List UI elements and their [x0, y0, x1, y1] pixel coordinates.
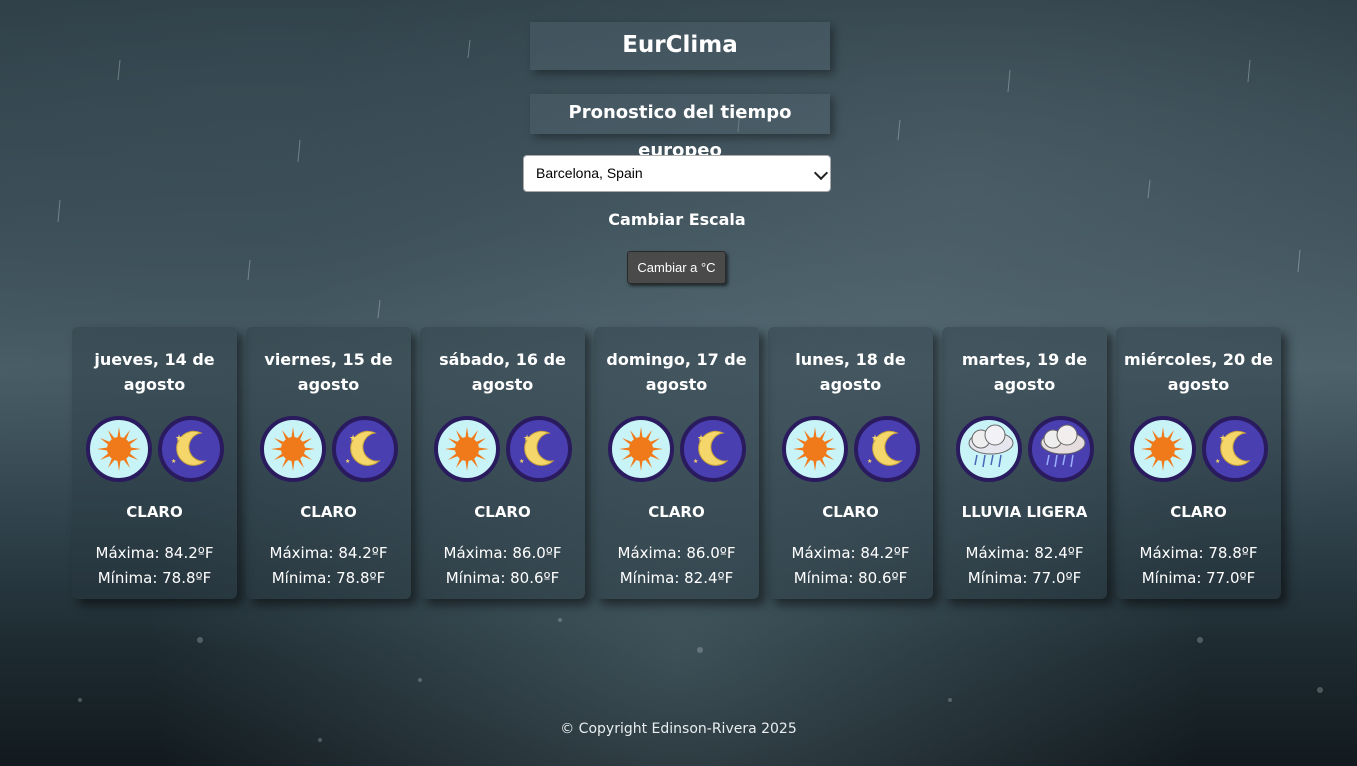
forecast-max: Máxima: 78.8ºF	[1139, 544, 1258, 562]
forecast-min: Mínima: 80.6ºF	[445, 569, 560, 587]
svg-text:★: ★	[697, 434, 705, 444]
forecast-min: Mínima: 77.0ºF	[1141, 569, 1256, 587]
forecast-min: Mínima: 78.8ºF	[271, 569, 386, 587]
forecast-min: Mínima: 80.6ºF	[793, 569, 908, 587]
forecast-icons: ★ ★ ★	[420, 415, 585, 485]
svg-text:★: ★	[1219, 434, 1227, 444]
forecast-max: Máxima: 86.0ºF	[617, 544, 736, 562]
forecast-max: Máxima: 84.2ºF	[791, 544, 910, 562]
change-scale-button[interactable]: Cambiar a °C	[627, 251, 726, 284]
moon-icon: ★ ★ ★	[157, 416, 224, 482]
forecast-min: Mínima: 78.8ºF	[97, 569, 212, 587]
svg-text:★: ★	[349, 434, 357, 444]
rain-cloud-night-icon	[1027, 416, 1094, 482]
moon-icon: ★ ★ ★	[853, 416, 920, 482]
svg-text:★: ★	[877, 449, 883, 457]
forecast-date: viernes, 15 de agosto	[264, 350, 393, 394]
forecast-date: sábado, 16 de agosto	[439, 350, 566, 394]
city-select-value: Barcelona, Spain	[536, 165, 643, 181]
svg-text:★: ★	[1215, 458, 1220, 465]
page-subtitle: Pronostico del tiempo europeo	[530, 94, 830, 161]
rain-cloud-day-icon	[955, 416, 1022, 482]
moon-icon: ★ ★ ★	[505, 416, 572, 482]
forecast-condition: CLARO	[648, 503, 705, 521]
svg-text:★: ★	[529, 449, 535, 457]
forecast-condition: CLARO	[822, 503, 879, 521]
forecast-card: miércoles, 20 de agosto ★ ★ ★ CLARO Máxi…	[1116, 327, 1281, 599]
svg-text:★: ★	[355, 449, 361, 457]
sun-icon	[433, 416, 500, 482]
svg-text:★: ★	[181, 449, 187, 457]
forecast-date: miércoles, 20 de agosto	[1123, 350, 1274, 394]
scale-label: Cambiar Escala	[608, 210, 746, 229]
forecast-condition: CLARO	[126, 503, 183, 521]
forecast-date: martes, 19 de agosto	[961, 350, 1088, 394]
sun-icon	[85, 416, 152, 482]
sun-icon	[781, 416, 848, 482]
app-title: EurClima	[530, 22, 830, 70]
forecast-condition: CLARO	[474, 503, 531, 521]
forecast-min: Mínima: 82.4ºF	[619, 569, 734, 587]
forecast-card: domingo, 17 de agosto ★ ★ ★ CLARO Máxima…	[594, 327, 759, 599]
svg-text:★: ★	[867, 458, 872, 465]
svg-text:★: ★	[171, 458, 176, 465]
svg-text:★: ★	[871, 434, 879, 444]
forecast-icons: ★ ★ ★	[1116, 415, 1281, 485]
moon-icon: ★ ★ ★	[331, 416, 398, 482]
chevron-down-icon	[813, 165, 829, 181]
moon-icon: ★ ★ ★	[1201, 416, 1268, 482]
forecast-max: Máxima: 84.2ºF	[95, 544, 214, 562]
svg-text:★: ★	[693, 458, 698, 465]
sun-icon	[607, 416, 674, 482]
moon-icon: ★ ★ ★	[679, 416, 746, 482]
svg-text:★: ★	[175, 434, 183, 444]
forecast-card: martes, 19 de agosto LLUVIA LIGERA Máxim…	[942, 327, 1107, 599]
forecast-condition: CLARO	[1170, 503, 1227, 521]
svg-text:★: ★	[345, 458, 350, 465]
forecast-max: Máxima: 84.2ºF	[269, 544, 388, 562]
forecast-card: lunes, 18 de agosto ★ ★ ★ CLARO Máxima: …	[768, 327, 933, 599]
forecast-date: lunes, 18 de agosto	[795, 350, 906, 394]
sun-icon	[259, 416, 326, 482]
forecast-icons: ★ ★ ★	[246, 415, 411, 485]
sun-icon	[1129, 416, 1196, 482]
svg-text:★: ★	[1225, 449, 1231, 457]
forecast-card: viernes, 15 de agosto ★ ★ ★ CLARO Máxima…	[246, 327, 411, 599]
forecast-card: sábado, 16 de agosto ★ ★ ★ CLARO Máxima:…	[420, 327, 585, 599]
svg-text:★: ★	[523, 434, 531, 444]
forecast-max: Máxima: 86.0ºF	[443, 544, 562, 562]
city-select[interactable]: Barcelona, Spain	[523, 155, 831, 192]
forecast-condition: LLUVIA LIGERA	[961, 503, 1088, 521]
forecast-icons: ★ ★ ★	[594, 415, 759, 485]
svg-text:★: ★	[703, 449, 709, 457]
forecast-date: domingo, 17 de agosto	[606, 350, 747, 394]
forecast-condition: CLARO	[300, 503, 357, 521]
forecast-min: Mínima: 77.0ºF	[967, 569, 1082, 587]
footer-copyright: © Copyright Edinson-Rivera 2025	[560, 721, 797, 737]
forecast-icons: ★ ★ ★	[768, 415, 933, 485]
forecast-icons	[942, 415, 1107, 485]
svg-text:★: ★	[519, 458, 524, 465]
forecast-icons: ★ ★ ★	[72, 415, 237, 485]
forecast-date: jueves, 14 de agosto	[94, 350, 215, 394]
forecast-max: Máxima: 82.4ºF	[965, 544, 1084, 562]
forecast-card: jueves, 14 de agosto ★ ★ ★ CLARO Máxima:…	[72, 327, 237, 599]
